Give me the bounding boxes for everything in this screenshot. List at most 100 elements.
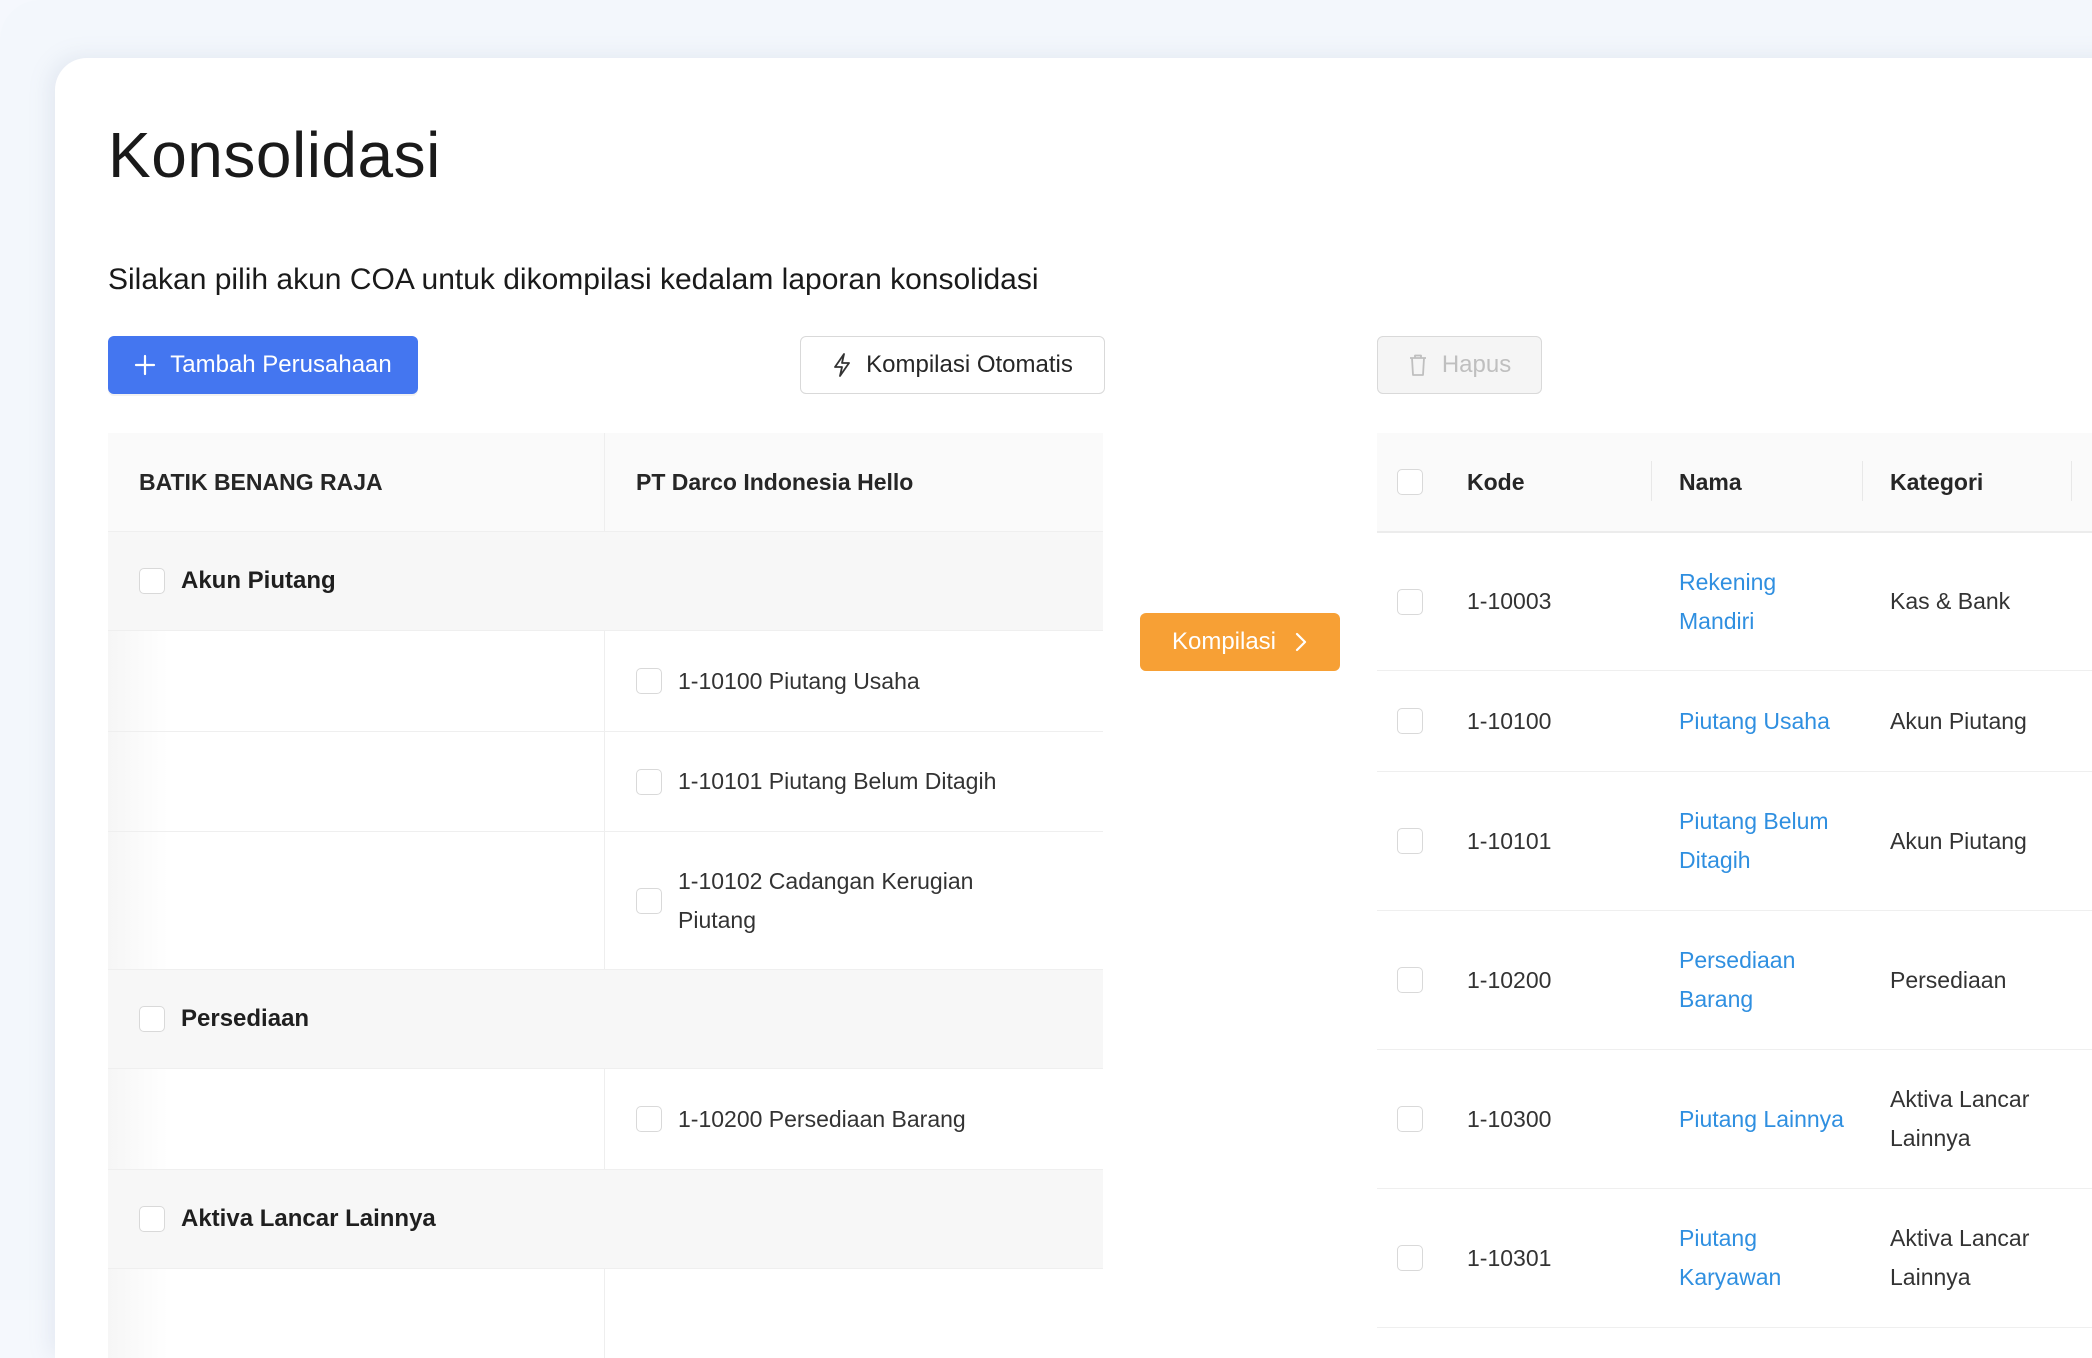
account-checkbox[interactable] — [636, 768, 662, 795]
row-checkbox[interactable] — [1397, 967, 1423, 993]
plus-icon — [134, 354, 156, 376]
table-row: 1-10200 Persediaan Barang — [108, 1069, 1103, 1170]
select-all-checkbox[interactable] — [1397, 469, 1423, 495]
account-name-link[interactable]: Persediaan Barang — [1679, 941, 1854, 1019]
delete-button[interactable]: Hapus — [1377, 336, 1542, 394]
auto-compile-label: Kompilasi Otomatis — [866, 351, 1073, 378]
row-checkbox[interactable] — [1397, 1245, 1423, 1271]
compiled-accounts-table: Kode Nama Kategori 1-10003 Rekening Mand… — [1377, 433, 2092, 1328]
empty-cell — [108, 1069, 605, 1169]
account-checkbox[interactable] — [636, 668, 662, 694]
column-header-company-2: PT Darco Indonesia Hello — [636, 468, 914, 495]
account-label: 1-10100 Piutang Usaha — [678, 667, 920, 694]
compile-label: Kompilasi — [1171, 628, 1277, 655]
column-divider — [1862, 461, 1863, 501]
column-divider — [1651, 461, 1652, 501]
kode-cell: 1-10200 — [1467, 966, 1552, 993]
empty-cell — [108, 832, 605, 969]
account-name-link[interactable]: Piutang Lainnya — [1679, 1100, 1844, 1139]
row-checkbox[interactable] — [1397, 828, 1423, 854]
kode-cell: 1-10101 — [1467, 827, 1552, 854]
page-title: Konsolidasi — [108, 119, 441, 191]
kode-cell: 1-10100 — [1467, 707, 1552, 734]
chevron-right-icon — [1294, 631, 1308, 653]
lightning-icon — [832, 353, 852, 377]
empty-cell — [108, 1269, 605, 1358]
group-row-persediaan: Persediaan — [108, 970, 1103, 1069]
empty-cell — [108, 732, 605, 831]
nama-cell: Piutang Karyawan — [1679, 1219, 1890, 1297]
account-name-link[interactable]: Piutang Belum Ditagih — [1679, 802, 1854, 880]
trash-icon — [1408, 353, 1428, 377]
kategori-cell: Akun Piutang — [1890, 827, 2027, 854]
group-row-aktiva-lancar-lainnya: Aktiva Lancar Lainnya — [108, 1170, 1103, 1269]
column-header-nama: Nama — [1679, 468, 1742, 495]
page-subtitle: Silakan pilih akun COA untuk dikompilasi… — [108, 263, 1039, 296]
kategori-cell: Aktiva Lancar Lainnya — [1890, 1086, 2030, 1151]
table-row — [108, 1269, 1103, 1358]
row-checkbox[interactable] — [1397, 708, 1423, 734]
nama-cell: Piutang Lainnya — [1679, 1100, 1890, 1139]
row-select-cell — [1377, 588, 1467, 615]
column-divider — [2071, 461, 2072, 501]
row-select-cell — [1377, 1245, 1467, 1271]
empty-cell — [108, 631, 605, 731]
account-cell: 1-10200 Persediaan Barang — [605, 1069, 1103, 1169]
kategori-cell: Akun Piutang — [1890, 707, 2027, 734]
account-name-link[interactable]: Rekening Mandiri — [1679, 563, 1854, 641]
select-all-cell — [1377, 469, 1467, 495]
table-header: BATIK BENANG RAJA PT Darco Indonesia Hel… — [108, 433, 1103, 532]
column-header-kode: Kode — [1467, 468, 1525, 495]
account-cell: 1-10102 Cadangan Kerugian Piutang — [605, 832, 1103, 969]
nama-cell: Rekening Mandiri — [1679, 563, 1890, 641]
column-header-company-1: BATIK BENANG RAJA — [108, 433, 605, 531]
kode-cell: 1-10003 — [1467, 588, 1552, 614]
table-row: 1-10100 Piutang Usaha Akun Piutang — [1377, 671, 2092, 772]
company-accounts-table: BATIK BENANG RAJA PT Darco Indonesia Hel… — [108, 433, 1103, 1358]
auto-compile-button[interactable]: Kompilasi Otomatis — [800, 336, 1105, 394]
table-row: 1-10200 Persediaan Barang Persediaan — [1377, 911, 2092, 1050]
group-row-akun-piutang: Akun Piutang — [108, 532, 1103, 631]
account-label: 1-10101 Piutang Belum Ditagih — [678, 768, 997, 794]
table-row: 1-10102 Cadangan Kerugian Piutang — [108, 832, 1103, 970]
group-label: Persediaan — [181, 1005, 310, 1032]
group-label: Aktiva Lancar Lainnya — [181, 1205, 436, 1232]
table-row: 1-10003 Rekening Mandiri Kas & Bank — [1377, 533, 2092, 671]
account-cell: 1-10100 Piutang Usaha — [605, 631, 1103, 731]
column-header-kategori: Kategori — [1890, 468, 1984, 495]
empty-cell — [605, 1269, 1103, 1358]
account-checkbox[interactable] — [636, 1106, 662, 1132]
row-select-cell — [1377, 708, 1467, 734]
kategori-cell: Persediaan — [1890, 966, 2007, 993]
account-cell: 1-10101 Piutang Belum Ditagih — [605, 732, 1103, 831]
kode-cell: 1-10300 — [1467, 1105, 1552, 1132]
add-company-label: Tambah Perusahaan — [170, 351, 392, 378]
add-company-button[interactable]: Tambah Perusahaan — [108, 336, 418, 394]
account-name-link[interactable]: Piutang Karyawan — [1679, 1219, 1854, 1297]
table-row: 1-10300 Piutang Lainnya Aktiva Lancar La… — [1377, 1050, 2092, 1189]
row-select-cell — [1377, 967, 1467, 993]
kategori-cell: Kas & Bank — [1890, 588, 2011, 614]
table-row: 1-10100 Piutang Usaha — [108, 631, 1103, 732]
row-checkbox[interactable] — [1397, 588, 1423, 615]
nama-cell: Piutang Belum Ditagih — [1679, 802, 1890, 880]
row-select-cell — [1377, 1106, 1467, 1132]
row-select-cell — [1377, 828, 1467, 854]
compile-button[interactable]: Kompilasi — [1140, 613, 1340, 671]
account-label: 1-10102 Cadangan Kerugian Piutang — [678, 867, 974, 933]
table-row: 1-10101 Piutang Belum Ditagih Akun Piuta… — [1377, 772, 2092, 911]
nama-cell: Persediaan Barang — [1679, 941, 1890, 1019]
kode-cell: 1-10301 — [1467, 1244, 1552, 1271]
row-checkbox[interactable] — [1397, 1106, 1423, 1132]
group-checkbox[interactable] — [139, 1206, 165, 1232]
delete-label: Hapus — [1441, 351, 1512, 378]
group-checkbox[interactable] — [139, 568, 165, 594]
account-label: 1-10200 Persediaan Barang — [678, 1105, 966, 1132]
group-label: Akun Piutang — [181, 567, 336, 594]
account-name-link[interactable]: Piutang Usaha — [1679, 702, 1830, 741]
main-card: Konsolidasi Silakan pilih akun COA untuk… — [55, 58, 2092, 1358]
group-checkbox[interactable] — [139, 1006, 165, 1032]
account-checkbox[interactable] — [636, 887, 662, 914]
table-row: 1-10101 Piutang Belum Ditagih — [108, 732, 1103, 832]
table-header: Kode Nama Kategori — [1377, 433, 2092, 533]
